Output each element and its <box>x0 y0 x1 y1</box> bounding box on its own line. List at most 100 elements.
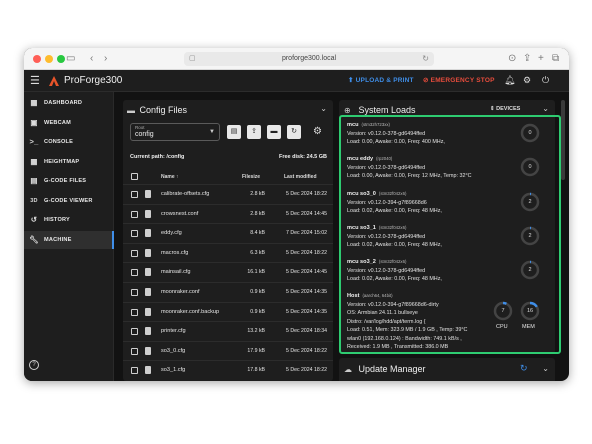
column-header-size[interactable]: Filesize <box>242 174 260 180</box>
file-name[interactable]: mainsail.cfg <box>161 269 191 275</box>
table-row[interactable]: mainsail.cfg 16.1 kB 5 Dec 2024 14:45 <box>123 262 333 282</box>
file-modified: 7 Dec 2024 15:02 <box>286 230 327 237</box>
sidebar-toggle-icon[interactable]: ▭ <box>66 52 75 66</box>
sidebar-item-webcam[interactable]: ▣ WEBCAM <box>24 114 114 132</box>
file-icon <box>145 327 151 336</box>
sidebar-item-history[interactable]: ↺ HISTORY <box>24 211 114 229</box>
sidebar-item-label: HISTORY <box>44 217 70 223</box>
file-name[interactable]: calibrate-offsets.cfg <box>161 191 209 197</box>
file-name[interactable]: moonraker.conf <box>161 289 200 295</box>
file-modified: 5 Dec 2024 18:22 <box>286 191 327 197</box>
row-checkbox[interactable] <box>131 367 138 375</box>
devices-button[interactable]: ⇕ DEVICES <box>490 106 520 112</box>
file-size: 0.9 kB <box>250 308 265 315</box>
file-icon <box>145 229 151 238</box>
sidebar-item-dashboard[interactable]: ▦ DASHBOARD <box>24 94 114 112</box>
row-checkbox[interactable] <box>131 210 138 218</box>
refresh-icon[interactable]: ↻ <box>520 363 528 374</box>
menu-icon[interactable]: ☰ <box>30 74 40 87</box>
file-modified: 5 Dec 2024 14:45 <box>286 269 327 276</box>
column-name-label: Name <box>161 174 175 180</box>
help-icon[interactable]: ? <box>29 360 39 370</box>
table-row[interactable]: macros.cfg 6.3 kB 5 Dec 2024 18:22 <box>123 242 333 263</box>
emergency-stop-button[interactable]: ⊘ EMERGENCY STOP <box>423 76 495 84</box>
gear-icon[interactable]: ⚙ <box>313 126 322 137</box>
chevron-right-icon[interactable]: › <box>104 52 107 66</box>
reload-icon[interactable]: ↻ <box>422 52 429 66</box>
new-folder-button[interactable]: ▬ <box>267 125 281 139</box>
sidebar-item-gcode-viewer[interactable]: 3D G-CODE VIEWER <box>24 192 114 210</box>
scrollbar[interactable] <box>561 100 565 180</box>
chevron-down-icon[interactable]: ⌄ <box>542 364 549 373</box>
download-icon[interactable]: ⊙ <box>508 52 516 66</box>
power-icon[interactable]: ⏻ <box>542 75 549 86</box>
file-modified: 5 Dec 2024 18:22 <box>286 347 327 354</box>
row-checkbox[interactable] <box>131 230 138 238</box>
table-row[interactable]: eddy.cfg 8.4 kB 7 Dec 2024 15:02 <box>123 223 333 243</box>
chevron-down-icon[interactable]: ⌄ <box>320 104 327 113</box>
new-file-button[interactable]: ▤ <box>227 125 241 139</box>
root-select-value: config <box>135 131 154 138</box>
table-row[interactable]: printer.cfg 13.2 kB 5 Dec 2024 18:34 <box>123 321 333 341</box>
zoom-window-button[interactable] <box>57 55 65 63</box>
sidebar-item-heightmap[interactable]: ▦ HEIGHTMAP <box>24 153 114 171</box>
sidebar-item-console[interactable]: >_ CONSOLE <box>24 133 114 151</box>
wrench-icon: 🔧︎ <box>29 234 39 244</box>
settings-icon[interactable]: ⚙ <box>523 75 531 86</box>
share-icon[interactable]: ⇪ <box>523 52 531 66</box>
new-tab-icon[interactable]: + <box>538 52 544 66</box>
row-checkbox[interactable] <box>131 191 138 198</box>
select-all-checkbox[interactable] <box>131 173 138 180</box>
table-row[interactable]: calibrate-offsets.cfg 2.8 kB 5 Dec 2024 18… <box>123 184 333 204</box>
file-size: 17.9 kB <box>247 347 265 354</box>
minimize-window-button[interactable] <box>45 55 53 63</box>
address-bar[interactable]: ▢ proforge300.local ↻ <box>184 52 434 66</box>
upload-print-button[interactable]: ⬆ UPLOAD & PRINT <box>348 76 414 84</box>
table-row[interactable]: moonraker.conf.backup 0.9 kB 5 Dec 2024 14… <box>123 301 333 322</box>
upload-file-button[interactable]: ⇪ <box>247 125 261 139</box>
sidebar-item-gcode-files[interactable]: ▤ G-CODE FILES <box>24 172 114 190</box>
sidebar: ▦ DASHBOARD ▣ WEBCAM >_ CONSOLE ▦ HEIGHTMAP … <box>24 92 114 381</box>
sidebar-item-machine[interactable]: 🔧︎ MACHINE <box>24 230 114 249</box>
update-manager-title-text: Update Manager <box>358 364 426 374</box>
file-name[interactable]: moonraker.conf.backup <box>161 309 219 315</box>
table-row[interactable]: so3_1.cfg 17.8 kB 5 Dec 2024 18:22 <box>123 360 333 380</box>
row-checkbox[interactable] <box>131 347 138 355</box>
root-select-label: Root <box>135 125 145 130</box>
history-icon: ↺ <box>30 215 38 224</box>
root-select[interactable]: Root config ▼ <box>130 123 220 141</box>
row-checkbox[interactable] <box>131 249 138 257</box>
files-icon: ▤ <box>30 176 38 185</box>
url-text: proforge300.local <box>281 55 337 62</box>
row-checkbox[interactable] <box>131 328 138 336</box>
file-size: 16.1 kB <box>247 269 265 276</box>
file-name[interactable]: printer.cfg <box>161 328 186 334</box>
table-row[interactable]: so3_0.cfg 17.9 kB 5 Dec 2024 18:22 <box>123 340 333 361</box>
chevron-left-icon[interactable]: ‹ <box>90 52 93 66</box>
file-name[interactable]: so3_1.cfg <box>161 367 185 373</box>
sort-arrow-up-icon: ↑ <box>176 174 179 180</box>
file-modified: 5 Dec 2024 18:22 <box>286 249 327 256</box>
file-name[interactable]: crowsnest.conf <box>161 211 198 217</box>
update-manager-title: ☁ Update Manager <box>344 364 426 374</box>
console-icon: >_ <box>29 137 39 146</box>
column-header-modified[interactable]: Last modified <box>284 174 317 180</box>
row-checkbox[interactable] <box>131 289 138 296</box>
config-files-title: ▬ Config Files <box>127 105 187 115</box>
tabs-overview-icon[interactable]: ⧉ <box>552 52 559 66</box>
table-row[interactable]: moonraker.conf 0.9 kB 5 Dec 2024 14:35 <box>123 282 333 302</box>
column-header-name[interactable]: Name ↑ <box>161 174 179 180</box>
app-header: ☰ ProForge300 ⬆ UPLOAD & PRINT ⊘ EMERGEN… <box>24 70 569 92</box>
refresh-button[interactable]: ↻ <box>287 125 301 139</box>
file-name[interactable]: so3_0.cfg <box>161 348 185 354</box>
chevron-down-icon[interactable]: ⌄ <box>542 104 549 113</box>
file-size: 13.2 kB <box>247 328 265 335</box>
file-name[interactable]: macros.cfg <box>161 250 188 256</box>
row-checkbox[interactable] <box>131 308 138 316</box>
close-window-button[interactable] <box>33 55 41 63</box>
file-icon <box>145 288 151 296</box>
file-name[interactable]: eddy.cfg <box>161 230 182 236</box>
table-row[interactable]: crowsnest.conf 2.8 kB 5 Dec 2024 14:45 <box>123 203 333 224</box>
bell-icon[interactable]: 🔔︎ <box>504 75 515 86</box>
row-checkbox[interactable] <box>131 269 138 277</box>
